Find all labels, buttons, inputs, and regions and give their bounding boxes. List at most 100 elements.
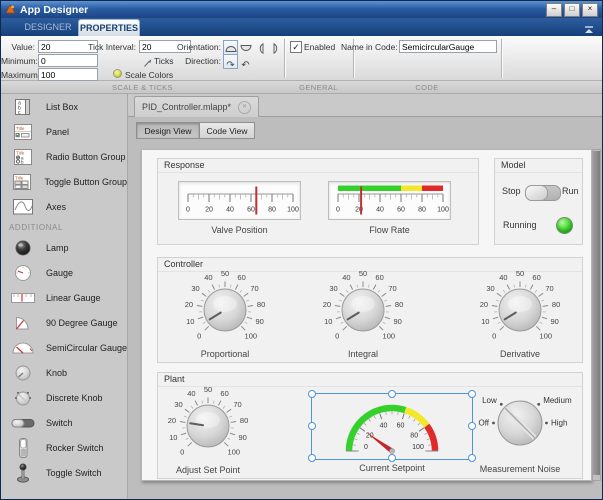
- toggle-switch-icon: [8, 462, 38, 483]
- integral-knob[interactable]: 0102030405060708090100Integral: [305, 270, 421, 359]
- component-label: Flow Rate: [328, 225, 451, 235]
- selection-handle[interactable]: [308, 454, 316, 462]
- collapse-ribbon-icon[interactable]: [583, 22, 595, 32]
- enabled-checkbox[interactable]: ✓: [290, 41, 302, 53]
- tab-properties[interactable]: PROPERTIES: [78, 19, 140, 36]
- discrete-knob-graphic: OffLowMediumHigh: [458, 385, 582, 457]
- svg-text:40: 40: [376, 207, 384, 214]
- sidebar-item-linear-gauge[interactable]: Linear Gauge: [1, 285, 127, 310]
- lamp-icon: [8, 237, 38, 258]
- code-view-button[interactable]: Code View: [199, 122, 255, 139]
- maximum-input[interactable]: [38, 68, 98, 81]
- valve-position-gauge[interactable]: 020406080100Valve Position: [178, 181, 301, 235]
- selection-handle[interactable]: [308, 422, 316, 430]
- running-lamp[interactable]: [556, 217, 573, 234]
- component-label: Adjust Set Point: [150, 465, 266, 475]
- sidebar-item-ninety-degree-gauge[interactable]: 90 Degree Gauge: [1, 310, 127, 335]
- value-label: Value:: [1, 42, 35, 52]
- svg-text:40: 40: [499, 273, 507, 282]
- panel-model[interactable]: Model Stop Run Running: [494, 158, 583, 245]
- component-label: Measurement Noise: [458, 464, 582, 474]
- semicircular-gauge-icon: [8, 337, 38, 358]
- maximize-button[interactable]: □: [564, 3, 580, 17]
- svg-text:50: 50: [204, 386, 212, 394]
- measurement-noise-knob[interactable]: OffLowMediumHigh Measurement Noise: [458, 385, 582, 474]
- proportional-knob[interactable]: 0102030405060708090100Proportional: [167, 270, 283, 359]
- sidebar-item-lamp[interactable]: Lamp: [1, 235, 127, 260]
- svg-text:20: 20: [185, 300, 193, 309]
- minimum-input[interactable]: [38, 54, 98, 67]
- svg-text:100: 100: [540, 331, 553, 340]
- orientation-down-icon[interactable]: [238, 40, 253, 55]
- sidebar-item-radio-button-group[interactable]: TitleabRadio Button Group: [1, 144, 127, 169]
- sidebar-item-gauge[interactable]: Gauge: [1, 260, 127, 285]
- svg-text:0: 0: [180, 447, 184, 456]
- tab-designer[interactable]: DESIGNER: [15, 22, 81, 32]
- derivative-knob[interactable]: 0102030405060708090100Derivative: [462, 270, 578, 359]
- sidebar-item-knob[interactable]: Knob: [1, 360, 127, 385]
- ribbon-tabstrip: DESIGNER PROPERTIES: [1, 18, 602, 36]
- sidebar-item-list-box[interactable]: abcList Box: [1, 94, 127, 119]
- close-document-icon[interactable]: ✕: [238, 101, 251, 114]
- flow-rate-gauge[interactable]: 020406080100Flow Rate: [328, 181, 451, 235]
- document-tab-bar: PID_Controller.mlapp* ✕: [128, 94, 603, 117]
- svg-text:Medium: Medium: [543, 396, 572, 405]
- orientation-up-icon[interactable]: [223, 40, 238, 55]
- direction-counterclockwise-icon[interactable]: ↶: [238, 54, 253, 69]
- document-tab[interactable]: PID_Controller.mlapp* ✕: [134, 96, 259, 117]
- run-switch[interactable]: [525, 185, 561, 201]
- svg-text:80: 80: [552, 300, 560, 309]
- orientation-left-icon[interactable]: [253, 40, 268, 55]
- svg-text:100: 100: [383, 331, 396, 340]
- panel-response[interactable]: Response 020406080100Valve Position 0204…: [157, 158, 479, 245]
- switch-stop-label: Stop: [502, 186, 521, 196]
- svg-text:70: 70: [545, 284, 553, 293]
- sidebar-item-rocker-switch[interactable]: Rocker Switch: [1, 435, 127, 460]
- list-box-icon: abc: [8, 96, 38, 117]
- svg-text:70: 70: [233, 400, 241, 409]
- svg-text:60: 60: [247, 207, 255, 214]
- name-in-code-input[interactable]: [399, 40, 497, 53]
- sidebar-item-discrete-knob[interactable]: Discrete Knob: [1, 385, 127, 410]
- switch-handle[interactable]: [525, 185, 548, 201]
- design-canvas[interactable]: Response 020406080100Valve Position 0204…: [141, 149, 592, 481]
- ticks-button[interactable]: Ticks: [154, 56, 178, 66]
- scale-colors-button[interactable]: Scale Colors: [125, 70, 185, 80]
- sidebar-item-toggle-button-group[interactable]: TitleToggle Button Group: [1, 169, 127, 194]
- sidebar-item-toggle-switch[interactable]: Toggle Switch: [1, 460, 127, 485]
- scale-colors-icon[interactable]: [113, 69, 122, 78]
- close-button[interactable]: ×: [582, 3, 598, 17]
- linear-gauge-icon: [8, 287, 38, 308]
- panel-controller[interactable]: Controller 0102030405060708090100Proport…: [157, 257, 583, 363]
- svg-text:20: 20: [323, 300, 331, 309]
- svg-text:100: 100: [412, 444, 424, 451]
- canvas-scrollbar[interactable]: [592, 149, 601, 481]
- scrollbar-thumb[interactable]: [593, 151, 600, 475]
- component-label: Derivative: [462, 349, 578, 359]
- direction-clockwise-icon[interactable]: ↷: [223, 54, 238, 69]
- orientation-right-icon[interactable]: [268, 40, 283, 55]
- name-in-code-label: Name in Code:: [341, 42, 395, 52]
- app-designer-icon: [5, 4, 16, 15]
- selection-handle[interactable]: [308, 390, 316, 398]
- selection-handle[interactable]: [388, 390, 396, 398]
- svg-text:60: 60: [532, 273, 540, 282]
- selection-handle[interactable]: [388, 454, 396, 462]
- sidebar-item-axes[interactable]: Axes: [1, 194, 127, 219]
- svg-text:0: 0: [492, 331, 496, 340]
- sidebar-item-switch[interactable]: Switch: [1, 410, 127, 435]
- discrete-knob-icon: [8, 387, 38, 408]
- minimize-button[interactable]: –: [546, 3, 562, 17]
- design-view-button[interactable]: Design View: [136, 122, 200, 139]
- svg-text:90: 90: [239, 433, 247, 442]
- svg-text:40: 40: [204, 273, 212, 282]
- sidebar-item-panel[interactable]: TitlePanel: [1, 119, 127, 144]
- adjust-set-point-knob[interactable]: 0102030405060708090100Adjust Set Point: [150, 386, 266, 475]
- svg-text:70: 70: [250, 284, 258, 293]
- panel-plant[interactable]: Plant 0102030405060708090100Adjust Set P…: [157, 372, 583, 479]
- svg-text:10: 10: [169, 433, 177, 442]
- current-setpoint-gauge[interactable]: 020406080100Current Setpoint: [311, 393, 473, 460]
- toggle-button-group-icon: Title: [8, 171, 36, 192]
- rocker-switch-icon: [8, 437, 38, 458]
- sidebar-item-semicircular-gauge[interactable]: SemiCircular Gauge: [1, 335, 127, 360]
